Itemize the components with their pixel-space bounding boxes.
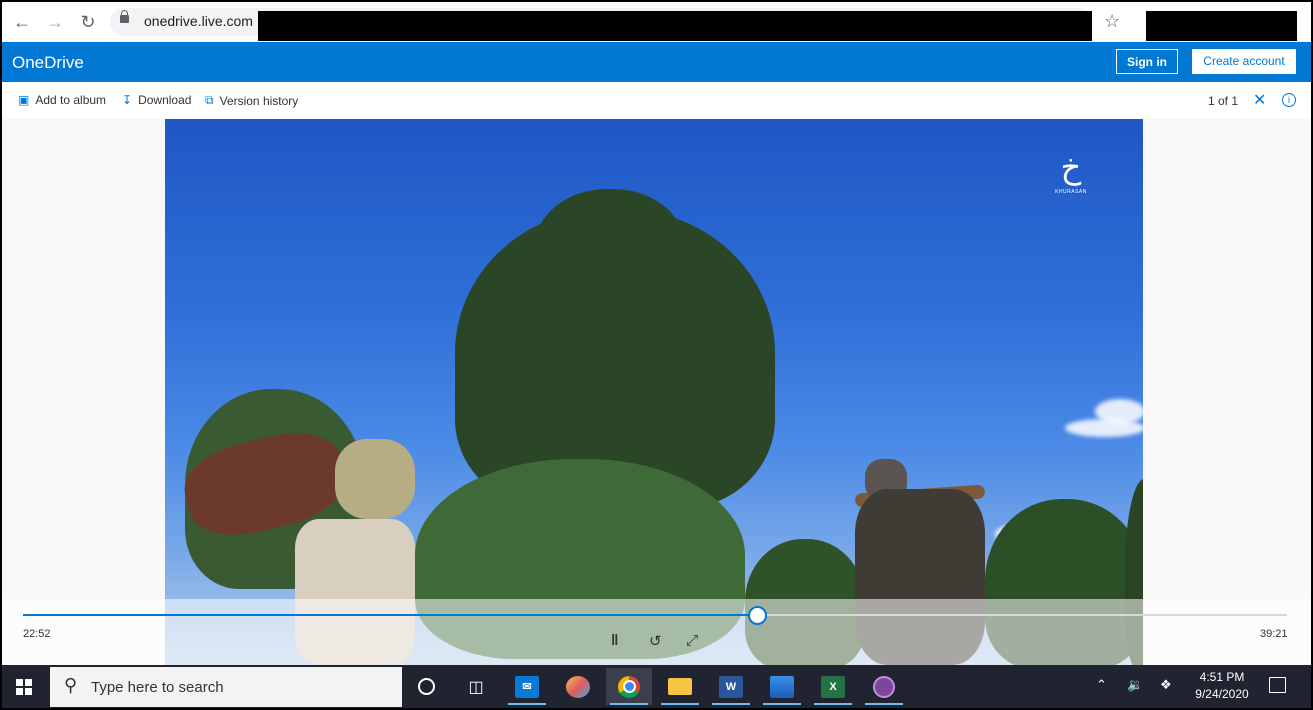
dropbox-icon[interactable]: ❖: [1160, 677, 1172, 693]
taskbar-search-box[interactable]: ⚲ Type here to search: [50, 667, 402, 707]
back-arrow-icon[interactable]: ←: [10, 10, 34, 34]
photos-icon[interactable]: [759, 668, 805, 705]
lock-icon: [120, 10, 129, 23]
onedrive-header: OneDrive Sign in Create account: [2, 42, 1311, 82]
browser-toolbar: ← → ↻ onedrive.live.com ☆: [2, 2, 1311, 42]
chrome-icon[interactable]: [606, 668, 652, 705]
cloud: [1095, 399, 1143, 424]
cortana-icon[interactable]: [403, 668, 449, 705]
add-to-album-label: Add to album: [35, 93, 107, 107]
redaction-bar: [258, 11, 1092, 41]
star-icon[interactable]: ☆: [1104, 11, 1120, 32]
page-counter: 1 of 1: [1208, 94, 1239, 108]
reload-icon[interactable]: ↻: [76, 10, 100, 34]
clock-date: 9/24/2020: [1195, 687, 1249, 701]
command-bar: ▣ Add to album ↧ Download ⧉ Version hist…: [2, 82, 1311, 119]
sign-in-button[interactable]: Sign in: [1116, 49, 1178, 74]
excel-icon[interactable]: X: [810, 668, 856, 705]
channel-watermark: خ KHURASAN: [1041, 145, 1101, 207]
address-url: onedrive.live.com: [144, 13, 253, 29]
tor-browser-icon[interactable]: [861, 668, 907, 705]
replay-icon[interactable]: ↺: [649, 632, 662, 650]
tree: [535, 189, 685, 309]
notification-icon[interactable]: [1269, 677, 1286, 693]
seek-bar[interactable]: [23, 606, 1287, 625]
create-account-button[interactable]: Create account: [1192, 49, 1296, 74]
redaction-bar: [1146, 11, 1297, 41]
version-history-button[interactable]: ⧉ Version history: [205, 93, 298, 108]
paint-icon[interactable]: [555, 668, 601, 705]
version-history-label: Version history: [219, 93, 299, 108]
duration: 39:21: [1260, 628, 1288, 640]
clock-time: 4:51 PM: [1199, 670, 1245, 684]
app-title[interactable]: OneDrive: [12, 53, 84, 73]
pause-icon[interactable]: ‖: [611, 632, 618, 649]
media-viewer: خ KHURASAN 22:52 39:21 ‖ ↺ ⤢: [2, 119, 1311, 665]
watermark-logo: خ: [1060, 148, 1082, 186]
version-history-icon: ⧉: [205, 93, 214, 107]
word-icon[interactable]: W: [708, 668, 754, 705]
task-view-icon[interactable]: ◫: [453, 668, 499, 705]
video-frame[interactable]: خ KHURASAN: [165, 119, 1143, 665]
current-time: 22:52: [23, 628, 51, 640]
windows-taskbar: ⚲ Type here to search ◫ ✉ W X ⌃ 🔉 ❖ 4:51…: [2, 665, 1311, 708]
seek-progress: [23, 614, 758, 616]
volume-icon[interactable]: 🔉: [1127, 677, 1143, 693]
search-placeholder: Type here to search: [91, 679, 224, 696]
add-to-album-button[interactable]: ▣ Add to album: [18, 93, 106, 107]
forward-arrow-icon[interactable]: →: [43, 10, 67, 34]
screenshot-frame: ← → ↻ onedrive.live.com ☆ OneDrive Sign …: [0, 0, 1313, 710]
mail-icon[interactable]: ✉: [504, 668, 550, 705]
watermark-text: KHURASAN: [1055, 189, 1087, 195]
album-icon: ▣: [18, 93, 30, 107]
search-icon: ⚲: [64, 675, 78, 695]
download-button[interactable]: ↧ Download: [122, 93, 191, 107]
backpack: [335, 439, 415, 519]
download-icon: ↧: [122, 93, 133, 107]
windows-start-icon[interactable]: [16, 679, 32, 695]
file-explorer-icon[interactable]: [657, 668, 703, 705]
download-label: Download: [138, 93, 192, 107]
info-icon[interactable]: i: [1282, 93, 1296, 107]
system-clock[interactable]: 4:51 PM 9/24/2020: [1189, 669, 1255, 703]
chevron-up-icon[interactable]: ⌃: [1096, 677, 1107, 693]
fullscreen-icon[interactable]: ⤢: [686, 632, 698, 649]
close-icon[interactable]: ✕: [1253, 90, 1266, 110]
